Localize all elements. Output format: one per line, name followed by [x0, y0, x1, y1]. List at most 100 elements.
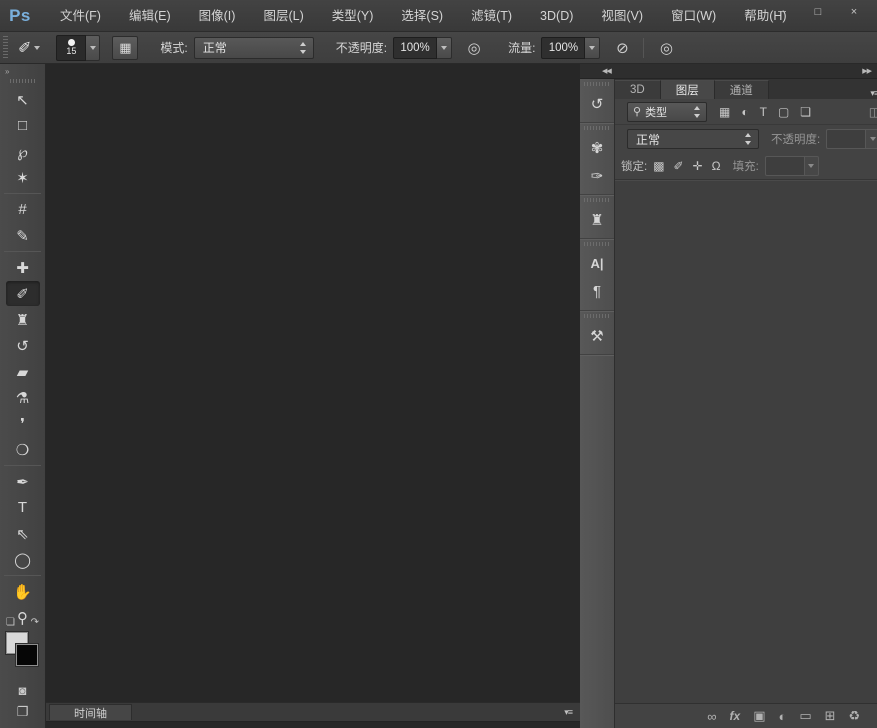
tool-history-brush[interactable]: ↺ [6, 333, 40, 358]
timeline-tab[interactable]: 时间轴 [49, 704, 132, 720]
fill-dropdown-button[interactable] [804, 156, 819, 176]
close-button[interactable]: × [841, 5, 867, 20]
tool-eraser[interactable]: ▰ [6, 359, 40, 384]
layers-panel-menu-icon[interactable]: ▾≡ [870, 88, 877, 99]
options-gripper[interactable] [3, 35, 8, 60]
new-group-button[interactable]: ▭ [799, 708, 811, 724]
filter-shape-layers-button[interactable]: ▢ [778, 105, 789, 119]
tool-eyedropper[interactable]: ✎ [6, 223, 40, 248]
pressure-size-button[interactable]: ◎ [654, 36, 678, 60]
delete-layer-button[interactable]: ♻ [849, 708, 861, 724]
opacity-value[interactable]: 100% [393, 36, 438, 59]
fill-value[interactable] [764, 156, 805, 176]
lock-transparent-pixels-button[interactable]: ▩ [653, 159, 664, 173]
layer-style-button[interactable]: fx [730, 709, 741, 723]
menu-window[interactable]: 窗口(W) [657, 0, 730, 32]
tool-blur[interactable]: ❜ [6, 411, 40, 436]
toolbar-gripper[interactable] [9, 79, 36, 83]
menu-file[interactable]: 文件(F) [46, 0, 115, 32]
tool-crop[interactable]: # [6, 197, 40, 222]
filter-smart-objects-button[interactable]: ❏ [800, 105, 811, 119]
tool-hand[interactable]: ✋ [6, 579, 40, 604]
menu-type[interactable]: 类型(Y) [318, 0, 388, 32]
quick-mask-button[interactable]: ◙ [8, 680, 38, 700]
pressure-opacity-button[interactable]: ◎ [462, 36, 486, 60]
tool-presets-panel-button[interactable]: ⚒ [580, 322, 614, 349]
brush-panel-button[interactable]: ✑ [580, 162, 614, 189]
layers-opacity-value[interactable] [826, 129, 867, 149]
tool-ellipse[interactable]: ◯ [6, 547, 40, 572]
swap-colors-icon[interactable]: ↷ [31, 617, 39, 628]
lock-image-pixels-button[interactable]: ✐ [674, 159, 684, 173]
menu-select[interactable]: 选择(S) [387, 0, 457, 32]
tool-type[interactable]: T [6, 495, 40, 520]
current-tool-indicator[interactable]: ✐ [18, 38, 41, 58]
tool-move[interactable]: ↖ [6, 87, 40, 112]
screen-mode-button[interactable]: ❐ [8, 702, 38, 722]
toggle-brush-panel-button[interactable]: ▦ [112, 35, 139, 60]
filter-type-value: 类型 [645, 106, 668, 119]
paragraph-icon: ¶ [592, 283, 602, 300]
clone-source-panel-button[interactable]: ♜ [580, 206, 614, 233]
brush-presets-panel-button[interactable]: ✾ [580, 134, 614, 161]
paragraph-panel-button[interactable]: ¶ [580, 278, 614, 305]
expand-dock-icon[interactable]: ▶▶ [862, 67, 872, 75]
lock-all-button[interactable]: Ω [712, 159, 721, 173]
brush-picker-dropdown-button[interactable] [86, 34, 101, 61]
tool-lasso[interactable]: ℘ [6, 139, 40, 164]
timeline-menu-icon[interactable]: ▾≡ [564, 707, 573, 718]
tool-dodge[interactable]: ❍ [6, 437, 40, 462]
link-layers-button[interactable]: ∞ [707, 709, 716, 724]
layers-blend-mode-select[interactable]: 正常 [627, 129, 759, 149]
opacity-dropdown-button[interactable] [437, 36, 453, 59]
filter-type-layers-button[interactable]: T [760, 105, 767, 119]
panel-gripper[interactable] [584, 82, 610, 86]
panel-gripper[interactable] [584, 198, 610, 202]
tool-pen[interactable]: ✒ [6, 469, 40, 494]
flow-dropdown-button[interactable] [585, 36, 601, 59]
new-layer-button[interactable]: ⊞ [825, 708, 836, 724]
panel-gripper[interactable] [584, 126, 610, 130]
maximize-button[interactable]: □ [805, 5, 831, 20]
panel-gripper[interactable] [584, 314, 610, 318]
filter-toggle-switch[interactable]: ◫ [869, 105, 877, 119]
layers-opacity-dropdown-button[interactable] [866, 129, 877, 149]
minimize-button[interactable]: ─ [769, 5, 795, 20]
menu-filter[interactable]: 滤镜(T) [457, 0, 526, 32]
flow-value[interactable]: 100% [541, 36, 586, 59]
blend-mode-select[interactable]: 正常 [193, 36, 314, 59]
tool-paint-bucket[interactable]: ⚗ [6, 385, 40, 410]
filter-adjustment-layers-button[interactable]: ◐ [741, 105, 748, 119]
menu-layer[interactable]: 图层(L) [249, 0, 317, 32]
menu-image[interactable]: 图像(I) [185, 0, 250, 32]
menu-view[interactable]: 视图(V) [587, 0, 657, 32]
collapse-dock-icon[interactable]: ◀◀ [602, 67, 612, 75]
layers-blend-mode-value: 正常 [636, 132, 661, 147]
character-panel-button[interactable]: A| [580, 250, 614, 277]
document-canvas[interactable]: 时间轴 ▾≡ [46, 64, 580, 728]
panel-gripper[interactable] [584, 242, 610, 246]
default-colors-icon[interactable]: ❏ [6, 617, 15, 628]
brush-preset-picker[interactable]: 15 [56, 34, 101, 61]
history-panel-button[interactable]: ↺ [580, 90, 614, 117]
tool-marquee[interactable]: □ [6, 113, 40, 138]
tool-path-selection[interactable]: ⇖ [6, 521, 40, 546]
toolbar-collapse-icon[interactable]: » [0, 64, 45, 76]
filter-pixel-layers-button[interactable]: ▦ [719, 105, 730, 119]
menu-3d[interactable]: 3D(D) [526, 0, 587, 32]
tool-brush[interactable]: ✐ [5, 281, 40, 306]
add-layer-mask-button[interactable]: ▣ [753, 708, 765, 724]
layers-list[interactable] [615, 180, 877, 703]
new-adjustment-layer-button[interactable]: ◐ [778, 709, 786, 724]
tool-magic-wand[interactable]: ✶ [6, 165, 40, 190]
tab-3d[interactable]: 3D [615, 80, 661, 99]
tab-channels[interactable]: 通道 [714, 80, 769, 99]
lock-position-button[interactable]: ✛ [693, 159, 703, 173]
filter-type-select[interactable]: ⚲ 类型 [627, 101, 707, 122]
tab-layers[interactable]: 图层 [660, 80, 715, 99]
tool-clone-stamp[interactable]: ♜ [6, 307, 40, 332]
tool-healing-brush[interactable]: ✚ [6, 255, 40, 280]
menu-edit[interactable]: 编辑(E) [115, 0, 185, 32]
airbrush-button[interactable]: ⊘ [610, 36, 634, 60]
background-color-swatch[interactable] [16, 644, 38, 666]
